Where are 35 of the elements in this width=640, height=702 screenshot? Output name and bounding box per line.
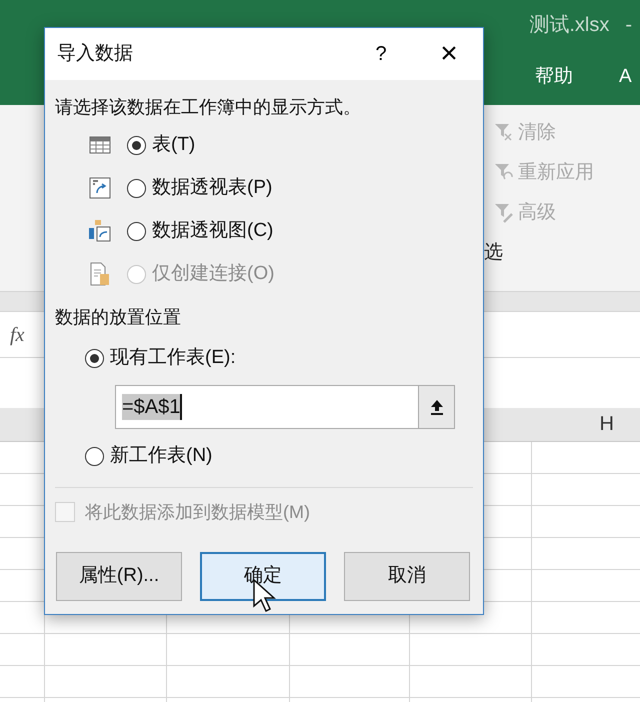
ribbon-group-label: 选 — [484, 241, 504, 265]
funnel-pencil-icon — [494, 203, 514, 223]
section-heading: 数据的放置位置 — [55, 306, 182, 329]
column-header: H — [600, 412, 614, 437]
window-title: 测试.xlsx — [529, 13, 610, 38]
document-icon — [89, 262, 111, 286]
upload-arrow-icon — [430, 399, 444, 415]
funnel-x-icon — [494, 123, 514, 143]
option-label[interactable]: 新工作表(N) — [110, 442, 212, 470]
window-title-separator: - — [625, 13, 632, 38]
pivot-chart-icon — [88, 219, 112, 243]
collapse-button[interactable] — [418, 386, 454, 428]
option-label[interactable]: 现有工作表(E): — [110, 344, 236, 372]
option-label[interactable]: 数据透视图(C) — [152, 216, 274, 246]
dialog-button[interactable]: 确定 — [200, 552, 326, 601]
close-button[interactable]: × — [429, 39, 469, 69]
option-label[interactable]: 数据透视表(P) — [152, 174, 272, 202]
table-icon — [89, 136, 111, 154]
function-label[interactable]: fx — [10, 320, 24, 350]
radio-button[interactable] — [127, 136, 146, 154]
range-field[interactable]: =$A$1 — [115, 385, 455, 429]
range-value: =$A$1 — [122, 394, 182, 420]
view-prompt: 请选择该数据在工作簿中的显示方式。 — [55, 96, 362, 119]
ribbon-tab[interactable]: 帮助 — [535, 63, 573, 92]
dialog-button[interactable]: 取消 — [344, 552, 470, 601]
radio-button[interactable] — [85, 348, 104, 368]
radio-button[interactable] — [85, 446, 104, 466]
dialog-button[interactable]: 属性(R)... — [56, 552, 182, 601]
option-label[interactable]: 表(T) — [152, 130, 196, 160]
radio-button[interactable] — [127, 222, 146, 240]
radio-button[interactable] — [127, 178, 146, 198]
ribbon-tab[interactable]: A — [619, 63, 632, 92]
help-button[interactable]: ? — [361, 39, 401, 69]
dialog-title: 导入数据 — [57, 42, 134, 66]
pivot-table-icon — [89, 177, 111, 199]
